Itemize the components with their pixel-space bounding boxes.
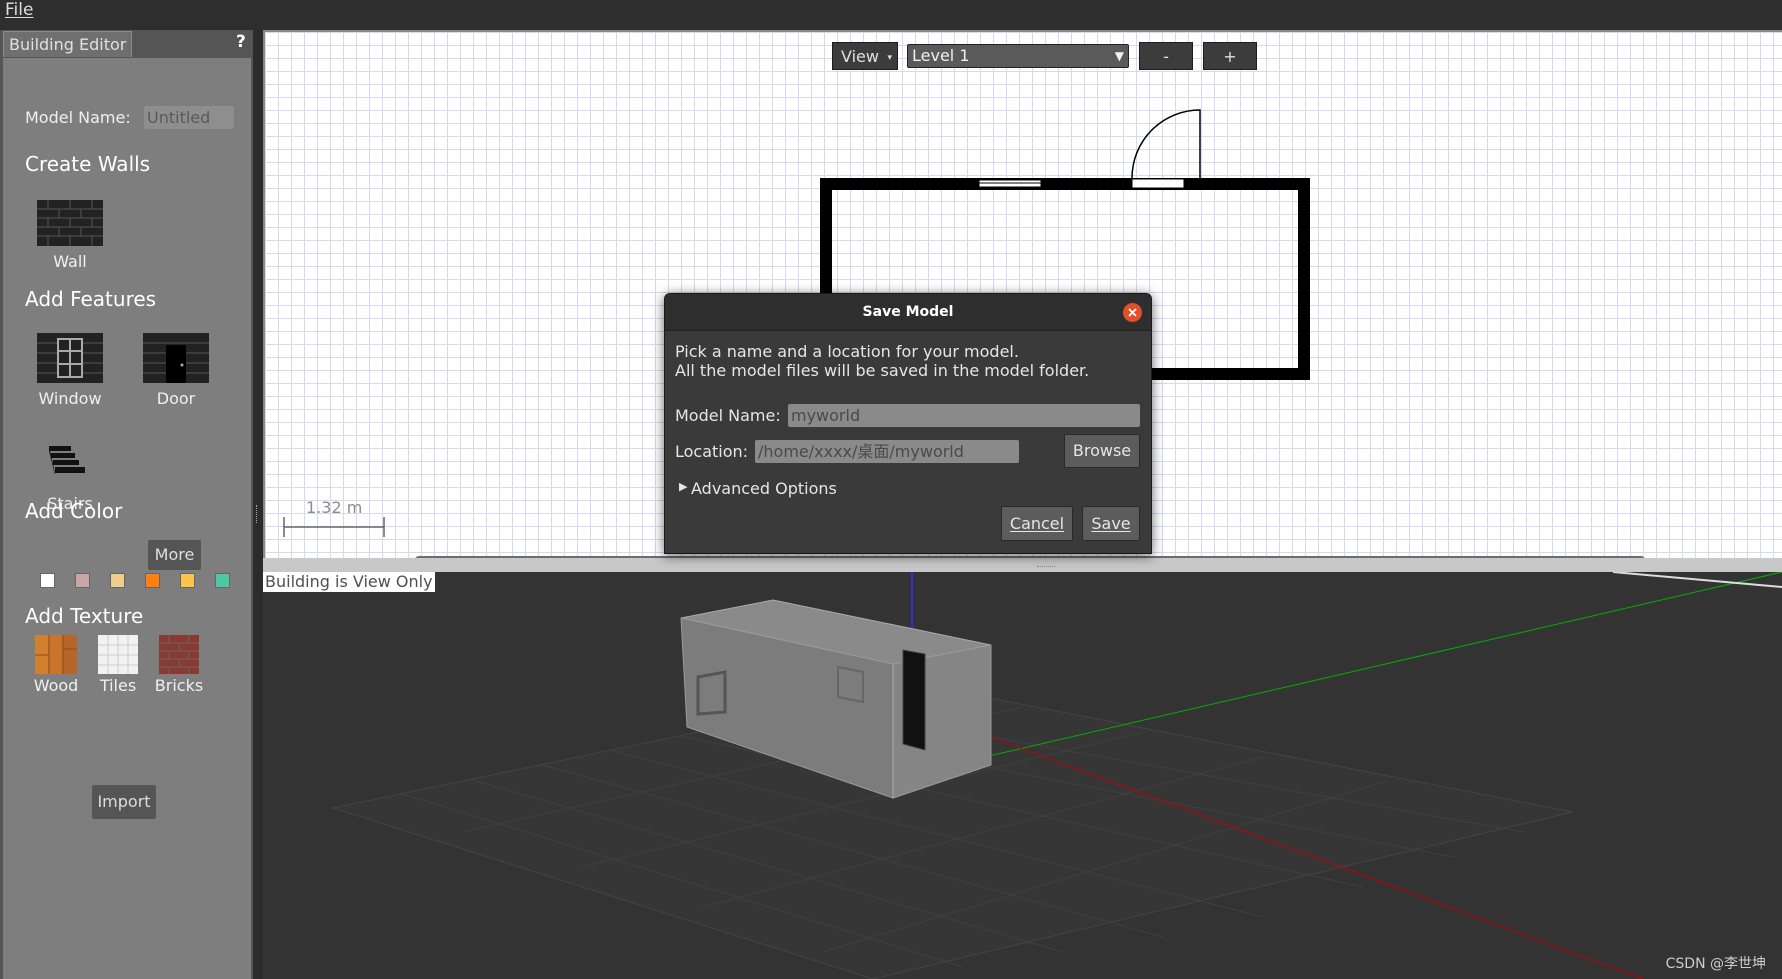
scale-bar bbox=[283, 517, 385, 537]
wood-label: Wood bbox=[33, 676, 79, 695]
wood-texture-icon bbox=[35, 635, 77, 674]
view-only-status: Building is View Only bbox=[263, 572, 435, 592]
color-swatch[interactable] bbox=[145, 573, 160, 588]
more-colors-button[interactable]: More bbox=[148, 540, 201, 570]
help-button[interactable]: ? bbox=[236, 32, 246, 52]
model-name-dialog-field[interactable]: myworld bbox=[788, 404, 1140, 427]
door-label: Door bbox=[156, 389, 196, 408]
dialog-instructions-line1: Pick a name and a location for your mode… bbox=[675, 342, 1019, 361]
bricks-texture-icon bbox=[159, 635, 199, 674]
wall-icon bbox=[37, 200, 103, 246]
create-walls-heading: Create Walls bbox=[25, 152, 151, 176]
model-name-dialog-label: Model Name: bbox=[675, 406, 781, 425]
advanced-options-label: Advanced Options bbox=[691, 479, 837, 498]
window-label: Window bbox=[38, 389, 102, 408]
wood-texture[interactable]: Wood bbox=[31, 635, 81, 695]
save-button[interactable]: Save bbox=[1082, 506, 1140, 541]
model-name-label: Model Name: bbox=[25, 108, 131, 127]
dialog-instructions-line2: All the model files will be saved in the… bbox=[675, 361, 1090, 380]
color-swatch[interactable] bbox=[110, 573, 125, 588]
wall-label: Wall bbox=[53, 252, 87, 271]
menu-file[interactable]: File bbox=[5, 0, 33, 20]
browse-button[interactable]: Browse bbox=[1064, 434, 1140, 468]
3d-view[interactable]: CSDN @李世坤 bbox=[263, 572, 1782, 979]
panel-body: Model Name: Untitled Create Walls Wall A… bbox=[3, 58, 251, 979]
color-swatch[interactable] bbox=[75, 573, 90, 588]
close-icon bbox=[1128, 308, 1137, 317]
building-editor-panel: Building Editor ? Model Name: Untitled C… bbox=[0, 30, 253, 979]
scale-label: 1.32 m bbox=[306, 498, 363, 517]
bricks-label: Bricks bbox=[154, 676, 204, 695]
y-axis bbox=[962, 572, 1782, 763]
building-editor-tab[interactable]: Building Editor bbox=[3, 31, 133, 57]
save-model-dialog: Save Model Pick a name and a location fo… bbox=[664, 293, 1152, 554]
door-swing-arc bbox=[1131, 109, 1201, 179]
bricks-texture[interactable]: Bricks bbox=[153, 635, 205, 695]
close-button[interactable] bbox=[1123, 303, 1142, 322]
location-label: Location: bbox=[675, 442, 749, 461]
color-swatch[interactable] bbox=[215, 573, 230, 588]
advanced-options-expander[interactable]: ▶ Advanced Options bbox=[679, 479, 849, 499]
wall-tool[interactable]: Wall bbox=[37, 200, 103, 271]
cancel-button[interactable]: Cancel bbox=[1001, 506, 1073, 541]
dialog-title: Save Model bbox=[862, 304, 954, 320]
tiles-texture[interactable]: Tiles bbox=[93, 635, 143, 695]
add-color-heading: Add Color bbox=[25, 499, 123, 523]
expand-arrow-icon: ▶ bbox=[679, 480, 688, 493]
tiles-label: Tiles bbox=[99, 676, 137, 695]
menu-bar: File bbox=[0, 0, 1782, 30]
door-on-wall[interactable] bbox=[1131, 178, 1185, 189]
window-icon bbox=[37, 333, 103, 383]
dialog-titlebar[interactable]: Save Model bbox=[665, 294, 1151, 331]
window-tool[interactable]: Window bbox=[37, 333, 103, 408]
color-swatch[interactable] bbox=[40, 573, 55, 588]
import-button[interactable]: Import bbox=[92, 785, 156, 819]
3d-scene bbox=[331, 572, 1782, 979]
door-icon bbox=[143, 333, 209, 383]
color-swatch[interactable] bbox=[180, 573, 195, 588]
panel-splitter-handle[interactable] bbox=[256, 505, 259, 523]
view-splitter[interactable] bbox=[263, 558, 1782, 572]
tiles-texture-icon bbox=[98, 635, 138, 674]
add-features-heading: Add Features bbox=[25, 287, 157, 311]
gazebo-window: File Building Editor ? Model Name: Untit… bbox=[0, 0, 1782, 979]
watermark: CSDN @李世坤 bbox=[1665, 956, 1766, 972]
add-texture-heading: Add Texture bbox=[25, 604, 144, 628]
door-tool[interactable]: Door bbox=[143, 333, 209, 408]
model-name-field[interactable]: Untitled bbox=[144, 106, 234, 129]
location-field[interactable]: /home/xxxx/桌面/myworld bbox=[755, 440, 1019, 463]
stairs-icon bbox=[49, 446, 85, 475]
